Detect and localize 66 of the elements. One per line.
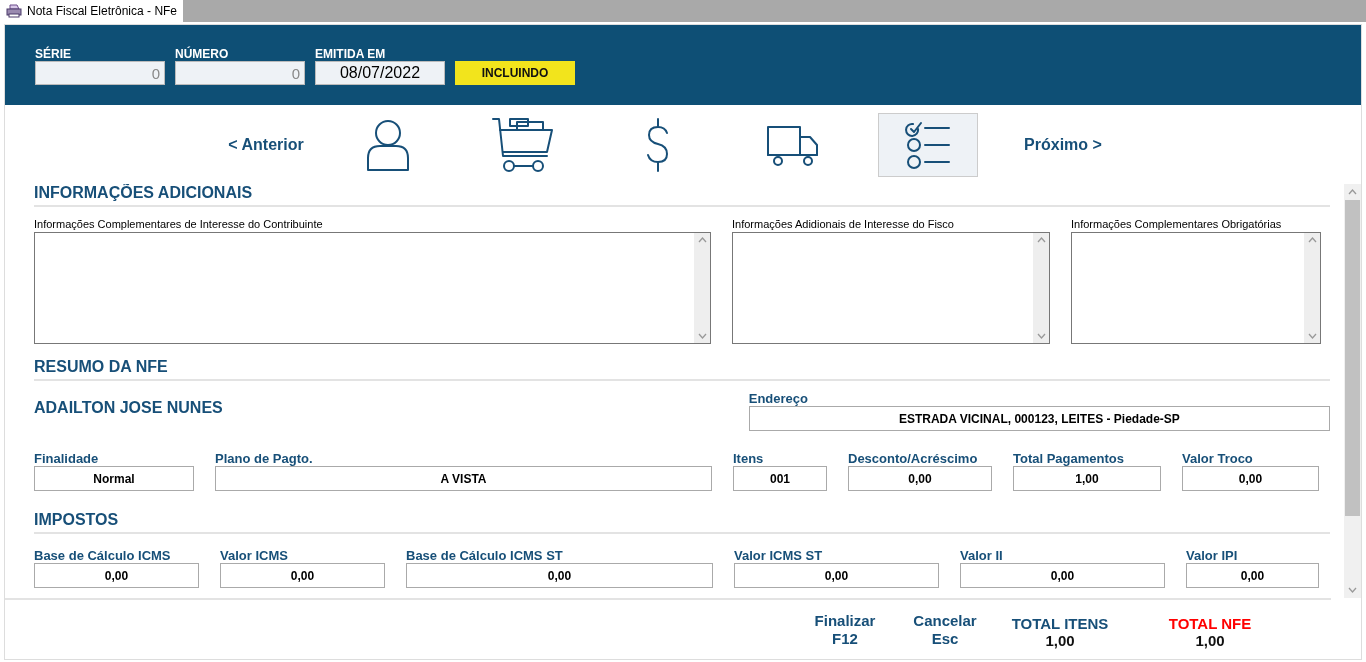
scroll-down-icon[interactable] [1348, 587, 1357, 593]
field-label: Informações Complementares de Interesse do Contribuinte [34, 217, 324, 231]
value-field: 0,00 [1186, 563, 1319, 588]
field-label: Valor Troco [1182, 451, 1254, 466]
header-label: NÚMERO [175, 47, 230, 61]
checklist-icon [905, 120, 951, 170]
value-field: A VISTA [215, 466, 712, 491]
notes-field[interactable] [732, 232, 1050, 344]
value-field: 0,00 [960, 563, 1165, 588]
field-label: Plano de Pagto. [215, 451, 314, 466]
value-field: 0,00 [1182, 466, 1319, 491]
value-field: 0,00 [848, 466, 992, 491]
person-icon [365, 118, 411, 172]
action-button[interactable]: Cancelar Esc [895, 612, 995, 648]
truck-icon [766, 123, 820, 167]
value-field: 0,00 [734, 563, 939, 588]
value-field: 0,00 [34, 563, 199, 588]
field-label: Desconto/Acréscimo [848, 451, 979, 466]
previous-link[interactable]: < Anterior [201, 136, 331, 154]
scroll-down-icon[interactable] [1307, 333, 1317, 339]
scrollbar[interactable] [1344, 184, 1361, 598]
scroll-up-icon[interactable] [1348, 189, 1357, 195]
scroll-up-icon[interactable] [697, 237, 707, 243]
field-label: Informações Complementares Obrigatórias [1071, 217, 1283, 231]
section-title: IMPOSTOS [34, 511, 1330, 534]
value-field: 0,00 [220, 563, 385, 588]
action-button[interactable]: Finalizar F12 [795, 612, 895, 648]
value-field: 1,00 [1013, 466, 1161, 491]
notes-field[interactable] [1071, 232, 1321, 344]
field-label: Base de Cálculo ICMS [34, 548, 172, 563]
total-value: 1,00 [1045, 632, 1075, 649]
scroll-down-icon[interactable] [697, 333, 707, 339]
status-badge: INCLUINDO [455, 61, 575, 85]
customer-name: ADAILTON JOSE NUNES [34, 398, 224, 418]
field-label: Finalidade [34, 451, 100, 466]
field-label: Itens [733, 451, 765, 466]
value-field: Normal [34, 466, 194, 491]
next-link[interactable]: Próximo > [1013, 136, 1113, 154]
field-label: Valor ICMS [220, 548, 289, 563]
window-title: Nota Fiscal Eletrônica - NFe [27, 4, 178, 18]
printer-icon [6, 4, 22, 18]
value-field: 001 [733, 466, 827, 491]
value-field: 0,00 [406, 563, 713, 588]
field-label: Valor II [960, 548, 1004, 563]
total-label: TOTAL ITENS [1011, 615, 1109, 632]
header-field[interactable]: 08/07/2022 [315, 61, 445, 85]
notes-field[interactable] [34, 232, 711, 344]
section-title: INFORMAÇÕES ADICIONAIS [34, 184, 1330, 207]
total-value: 1,00 [1195, 632, 1225, 649]
scroll-up-icon[interactable] [1036, 237, 1046, 243]
step-tab[interactable] [878, 113, 978, 177]
field-label: Endereço [748, 391, 809, 406]
field-label: Total Pagamentos [1013, 451, 1125, 466]
scroll-up-icon[interactable] [1307, 237, 1317, 243]
section-title: RESUMO DA NFE [34, 358, 1330, 381]
header-label: EMITIDA EM [315, 47, 387, 61]
window-tab[interactable]: Nota Fiscal Eletrônica - NFe [0, 0, 184, 22]
value-field: ESTRADA VICINAL, 000123, LEITES - Piedade-SP [748, 406, 1330, 431]
field-label: Informações Adidionais de Interesse do Fisco [732, 217, 955, 231]
scroll-down-icon[interactable] [1036, 333, 1046, 339]
total-label: TOTAL NFE [1168, 615, 1252, 632]
field-label: Valor IPI [1186, 548, 1239, 563]
header-label: SÉRIE [35, 47, 72, 61]
shopping-cart-icon [491, 116, 555, 174]
field-label: Base de Cálculo ICMS ST [406, 548, 564, 563]
field-label: Valor ICMS ST [734, 548, 824, 563]
